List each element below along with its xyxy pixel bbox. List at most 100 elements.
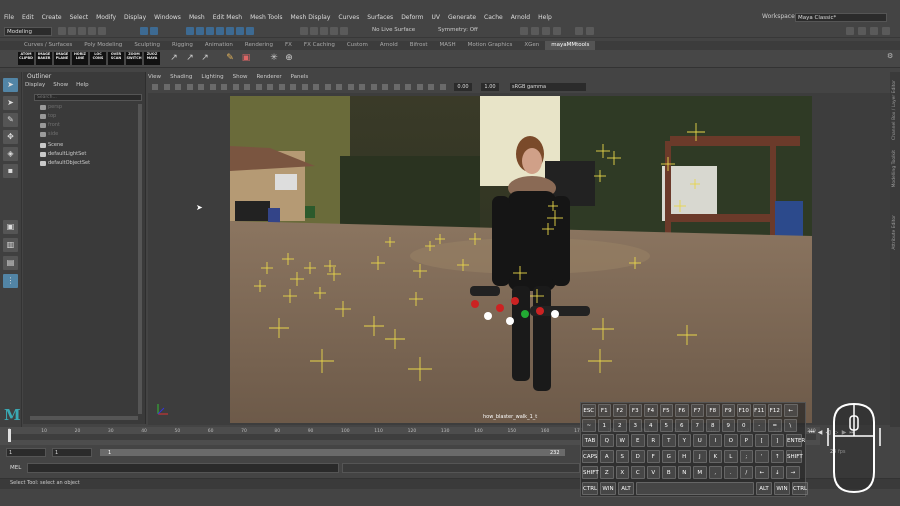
key-ctrl[interactable]: CTRL <box>792 482 808 495</box>
key-,[interactable]: , <box>708 466 722 479</box>
outliner-item-persp[interactable]: persp <box>48 104 62 110</box>
menu-mesh-display[interactable]: Mesh Display <box>287 14 335 21</box>
key-f1[interactable]: F1 <box>597 404 611 417</box>
image-plane-toggle-icon[interactable] <box>175 84 181 90</box>
2d-pan-icon[interactable] <box>186 84 193 90</box>
key-f2[interactable]: F2 <box>613 404 627 417</box>
key-f5[interactable]: F5 <box>659 404 673 417</box>
single-view-icon[interactable]: ▣ <box>3 220 18 234</box>
key--[interactable]: - <box>752 419 766 432</box>
shelf-tab-curves-surfaces[interactable]: Curves / Surfaces <box>18 41 78 50</box>
key-t[interactable]: T <box>662 434 676 447</box>
dolly-tool-icon[interactable]: ↗ <box>199 52 211 64</box>
side-by-side-icon[interactable]: ▤ <box>3 256 18 270</box>
key-'[interactable]: ' <box>755 450 769 463</box>
backface-icon[interactable] <box>439 84 446 90</box>
step-back-icon[interactable]: ◀ <box>816 429 824 437</box>
smooth-shade-icon[interactable] <box>301 84 308 90</box>
shelf-tab-sculpting[interactable]: Sculpting <box>128 41 166 50</box>
shelf-tab-motion-graphics[interactable]: Motion Graphics <box>462 41 519 50</box>
key-←[interactable]: ← <box>755 466 769 479</box>
modelling-toolkit-toggle-icon[interactable] <box>882 27 890 35</box>
key-][interactable]: ] <box>770 434 784 447</box>
key-←[interactable]: ← <box>783 404 798 417</box>
shelf-button-zoom-switch[interactable]: ZOOM SWITCH <box>126 52 142 65</box>
key-f4[interactable]: F4 <box>644 404 658 417</box>
menu-mesh-tools[interactable]: Mesh Tools <box>246 14 286 21</box>
key-z[interactable]: Z <box>600 466 614 479</box>
key-j[interactable]: J <box>693 450 707 463</box>
menu-cache[interactable]: Cache <box>480 14 507 21</box>
outliner-item-scene[interactable]: Scene <box>48 142 63 148</box>
menu-edit[interactable]: Edit <box>18 14 38 21</box>
menu-edit-mesh[interactable]: Edit Mesh <box>209 14 246 21</box>
key-f9[interactable]: F9 <box>721 404 735 417</box>
viewport-menu-view[interactable]: View <box>148 74 161 80</box>
shelf-tab-xgen[interactable]: XGen <box>518 41 545 50</box>
render-icon[interactable] <box>520 27 528 35</box>
key-win[interactable]: WIN <box>600 482 616 495</box>
script-icon[interactable]: ✎ <box>224 52 236 64</box>
select-by-surface-icon[interactable] <box>216 27 224 35</box>
delete-icon[interactable]: ▣ <box>240 52 252 64</box>
key-9[interactable]: 9 <box>721 419 735 432</box>
key-g[interactable]: G <box>662 450 676 463</box>
key-d[interactable]: D <box>631 450 645 463</box>
key-alt[interactable]: ALT <box>756 482 772 495</box>
viewport-menu-show[interactable]: Show <box>233 74 248 80</box>
shelf-options-icon[interactable]: ⚙ <box>887 52 893 60</box>
key-/[interactable]: / <box>739 466 753 479</box>
open-scene-icon[interactable] <box>68 27 76 35</box>
key-f3[interactable]: F3 <box>628 404 642 417</box>
bookmark-icon[interactable] <box>163 84 170 90</box>
side-tab-channel-box-layer-editor[interactable]: Channel Box / Layer Editor <box>892 80 897 140</box>
key-s[interactable]: S <box>615 450 629 463</box>
menu-arnold[interactable]: Arnold <box>507 14 534 21</box>
key-f8[interactable]: F8 <box>706 404 720 417</box>
wireframe-icon[interactable] <box>290 84 296 90</box>
shelf-button-zuoz-maya[interactable]: ZUOZ MAYA <box>144 52 160 65</box>
key-0[interactable]: 0 <box>737 419 751 432</box>
layout-toggle-icon[interactable] <box>846 27 854 35</box>
new-scene-icon[interactable] <box>58 27 66 35</box>
key-v[interactable]: V <box>646 466 660 479</box>
select-object-icon[interactable] <box>150 27 158 35</box>
key-3[interactable]: 3 <box>628 419 642 432</box>
arnold-render-icon[interactable] <box>575 27 583 35</box>
key-.[interactable]: . <box>724 466 738 479</box>
antialias-icon[interactable] <box>382 84 388 90</box>
key-n[interactable]: N <box>677 466 691 479</box>
ipr-render-icon[interactable] <box>531 27 539 35</box>
key-7[interactable]: 7 <box>690 419 704 432</box>
outliner-item-front[interactable]: front <box>48 122 60 128</box>
menu-create[interactable]: Create <box>38 14 66 21</box>
key-→[interactable]: → <box>786 466 800 479</box>
shelf-tab-rendering[interactable]: Rendering <box>239 41 279 50</box>
key-x[interactable]: X <box>615 466 629 479</box>
key-o[interactable]: O <box>724 434 738 447</box>
key-b[interactable]: B <box>662 466 676 479</box>
menu-file[interactable]: File <box>0 14 18 21</box>
snap-surface-icon[interactable] <box>340 27 348 35</box>
outliner-menu-show[interactable]: Show <box>53 82 68 88</box>
depth-of-field-icon[interactable] <box>393 84 400 90</box>
key-shift[interactable]: SHIFT <box>582 466 599 479</box>
outliner-item-top[interactable]: top <box>48 113 56 119</box>
track-tool-icon[interactable]: ↗ <box>184 52 196 64</box>
key-~[interactable]: ~ <box>582 419 596 432</box>
snap-grid-icon[interactable] <box>300 27 308 35</box>
gate-mask-icon[interactable] <box>244 84 250 90</box>
viewport-menu-panels[interactable]: Panels <box>291 74 309 80</box>
key-enter[interactable]: ENTER <box>786 434 805 447</box>
shelf-tab-animation[interactable]: Animation <box>199 41 239 50</box>
key-esc[interactable]: ESC <box>582 404 596 417</box>
menu-display[interactable]: Display <box>120 14 150 21</box>
default-material-icon[interactable] <box>313 84 319 90</box>
select-by-handle-icon[interactable] <box>186 27 194 35</box>
shelf-button-image-baker[interactable]: IMAGE BAKER <box>36 52 52 65</box>
xray-icon[interactable] <box>416 84 423 90</box>
key-r[interactable]: R <box>646 434 660 447</box>
key-ctrl[interactable]: CTRL <box>582 482 598 495</box>
shelf-button-loc-cons[interactable]: LOC CONS <box>90 52 106 65</box>
paint-select-icon[interactable]: ✎ <box>3 113 18 127</box>
